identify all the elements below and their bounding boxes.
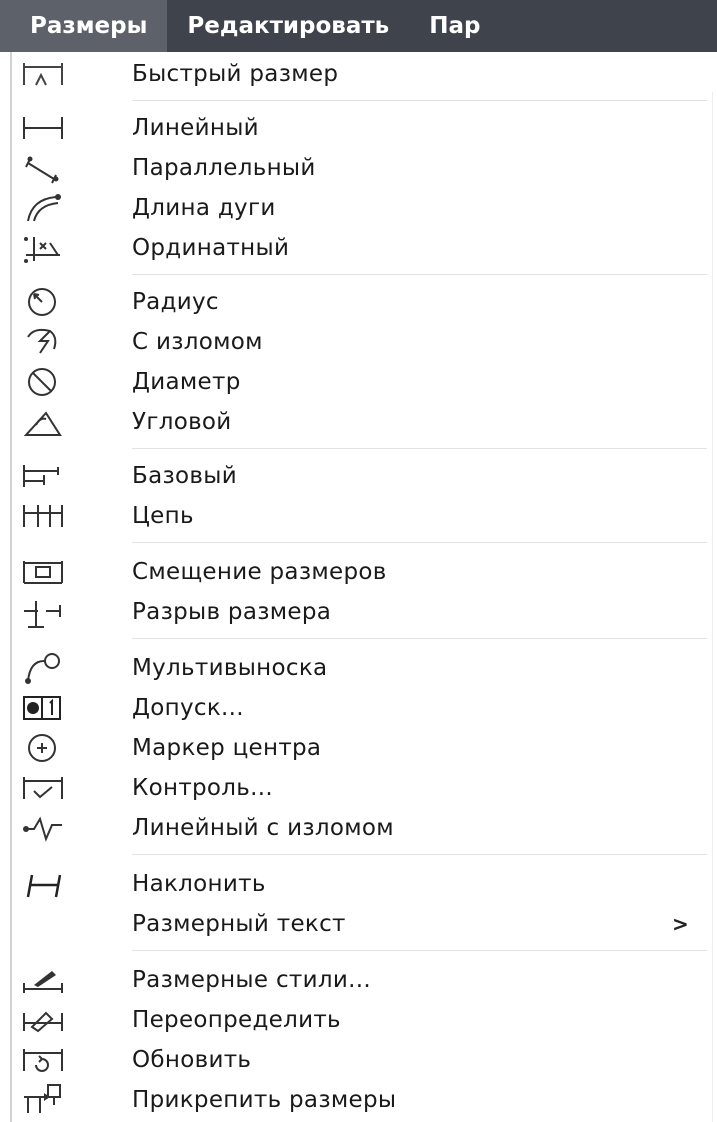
menu-item-label: Размерный текст <box>132 911 346 937</box>
menu-item-label: Ординатный <box>132 235 290 261</box>
menu-item-baseline[interactable]: Базовый <box>12 456 712 496</box>
menu-item-reassociate[interactable]: Прикрепить размеры <box>12 1080 712 1120</box>
menu-item-diameter[interactable]: Диаметр <box>12 362 712 402</box>
inspection-icon <box>20 769 66 807</box>
menu-item-dimension-break[interactable]: Разрыв размера <box>12 592 712 632</box>
menu-item-multileader[interactable]: Мультивыноска <box>12 648 712 688</box>
reassociate-icon <box>20 1081 66 1119</box>
dimension-style-icon <box>20 961 66 999</box>
dimension-break-icon <box>20 593 66 631</box>
update-icon <box>20 1041 66 1079</box>
dimension-space-icon <box>20 553 66 591</box>
menu-parametric[interactable]: Пар <box>409 0 500 52</box>
menu-separator <box>132 638 707 639</box>
menu-item-label: Мультивыноска <box>132 655 328 681</box>
menu-bar: Размеры Редактировать Пар <box>0 0 717 52</box>
menu-item-label: Базовый <box>132 463 237 489</box>
menu-item-oblique[interactable]: Наклонить <box>12 864 712 904</box>
menu-item-override[interactable]: Переопределить <box>12 1000 712 1040</box>
dimensions-dropdown-menu: Быстрый размер Линейный Параллельный Дли… <box>10 52 717 1122</box>
angular-icon <box>20 403 66 441</box>
menu-item-label: Длина дуги <box>132 195 276 221</box>
oblique-icon <box>20 865 66 903</box>
menu-item-jogged-linear[interactable]: Линейный с изломом <box>12 808 712 848</box>
tolerance-icon <box>20 689 66 727</box>
center-mark-icon <box>20 729 66 767</box>
menu-item-continue[interactable]: Цепь <box>12 496 712 536</box>
quick-dimension-icon <box>20 55 66 93</box>
menu-item-tolerance[interactable]: Допуск... <box>12 688 712 728</box>
menu-item-label: Обновить <box>132 1047 252 1073</box>
ordinate-icon <box>20 229 66 267</box>
override-icon <box>20 1001 66 1039</box>
menu-item-label: Прикрепить размеры <box>132 1087 397 1113</box>
radius-icon <box>20 283 66 321</box>
diameter-icon <box>20 363 66 401</box>
menu-item-label: Размерные стили... <box>132 967 371 993</box>
menu-separator <box>132 854 707 855</box>
menu-item-center-mark[interactable]: Маркер центра <box>12 728 712 768</box>
menu-item-jogged[interactable]: С изломом <box>12 322 712 362</box>
menu-item-inspection[interactable]: Контроль... <box>12 768 712 808</box>
menu-item-dimension-text[interactable]: Размерный текст > <box>12 904 712 944</box>
menu-item-label: Угловой <box>132 409 232 435</box>
menu-item-label: Переопределить <box>132 1007 341 1033</box>
menu-item-label: Радиус <box>132 289 219 315</box>
menu-modify[interactable]: Редактировать <box>167 0 409 52</box>
menu-separator <box>132 542 707 543</box>
menu-item-linear[interactable]: Линейный <box>12 108 712 148</box>
arc-length-icon <box>20 189 66 227</box>
menu-item-label: Диаметр <box>132 369 241 395</box>
menu-item-angular[interactable]: Угловой <box>12 402 712 442</box>
jogged-radius-icon <box>20 323 66 361</box>
menu-item-label: Наклонить <box>132 871 266 897</box>
menu-dimensions[interactable]: Размеры <box>0 0 168 52</box>
menu-item-label: Допуск... <box>132 695 244 721</box>
continue-icon <box>20 497 66 535</box>
menu-item-label: Быстрый размер <box>132 61 339 87</box>
baseline-icon <box>20 457 66 495</box>
menu-item-label: Цепь <box>132 503 194 529</box>
menu-item-aligned[interactable]: Параллельный <box>12 148 712 188</box>
menu-item-label: Линейный с изломом <box>132 815 394 841</box>
menu-item-label: Маркер центра <box>132 735 322 761</box>
menu-item-radius[interactable]: Радиус <box>12 282 712 322</box>
menu-separator <box>132 950 707 951</box>
menu-item-label: Параллельный <box>132 155 316 181</box>
menu-item-update[interactable]: Обновить <box>12 1040 712 1080</box>
jogged-linear-icon <box>20 809 66 847</box>
menu-item-label: Разрыв размера <box>132 599 332 625</box>
menu-item-arc-length[interactable]: Длина дуги <box>12 188 712 228</box>
menu-item-ordinate[interactable]: Ординатный <box>12 228 712 268</box>
menu-item-label: Смещение размеров <box>132 559 387 585</box>
menu-item-dimension-space[interactable]: Смещение размеров <box>12 552 712 592</box>
menu-item-label: Контроль... <box>132 775 273 801</box>
submenu-arrow-icon: > <box>672 912 689 936</box>
aligned-dimension-icon <box>20 149 66 187</box>
menu-separator <box>132 274 707 275</box>
menu-item-label: С изломом <box>132 329 263 355</box>
menu-item-quick-dimension[interactable]: Быстрый размер <box>12 54 712 94</box>
menu-separator <box>132 448 707 449</box>
menu-item-dimension-style[interactable]: Размерные стили... <box>12 960 712 1000</box>
multileader-icon <box>20 649 66 687</box>
menu-separator <box>132 100 707 101</box>
linear-dimension-icon <box>20 109 66 147</box>
menu-item-label: Линейный <box>132 115 259 141</box>
